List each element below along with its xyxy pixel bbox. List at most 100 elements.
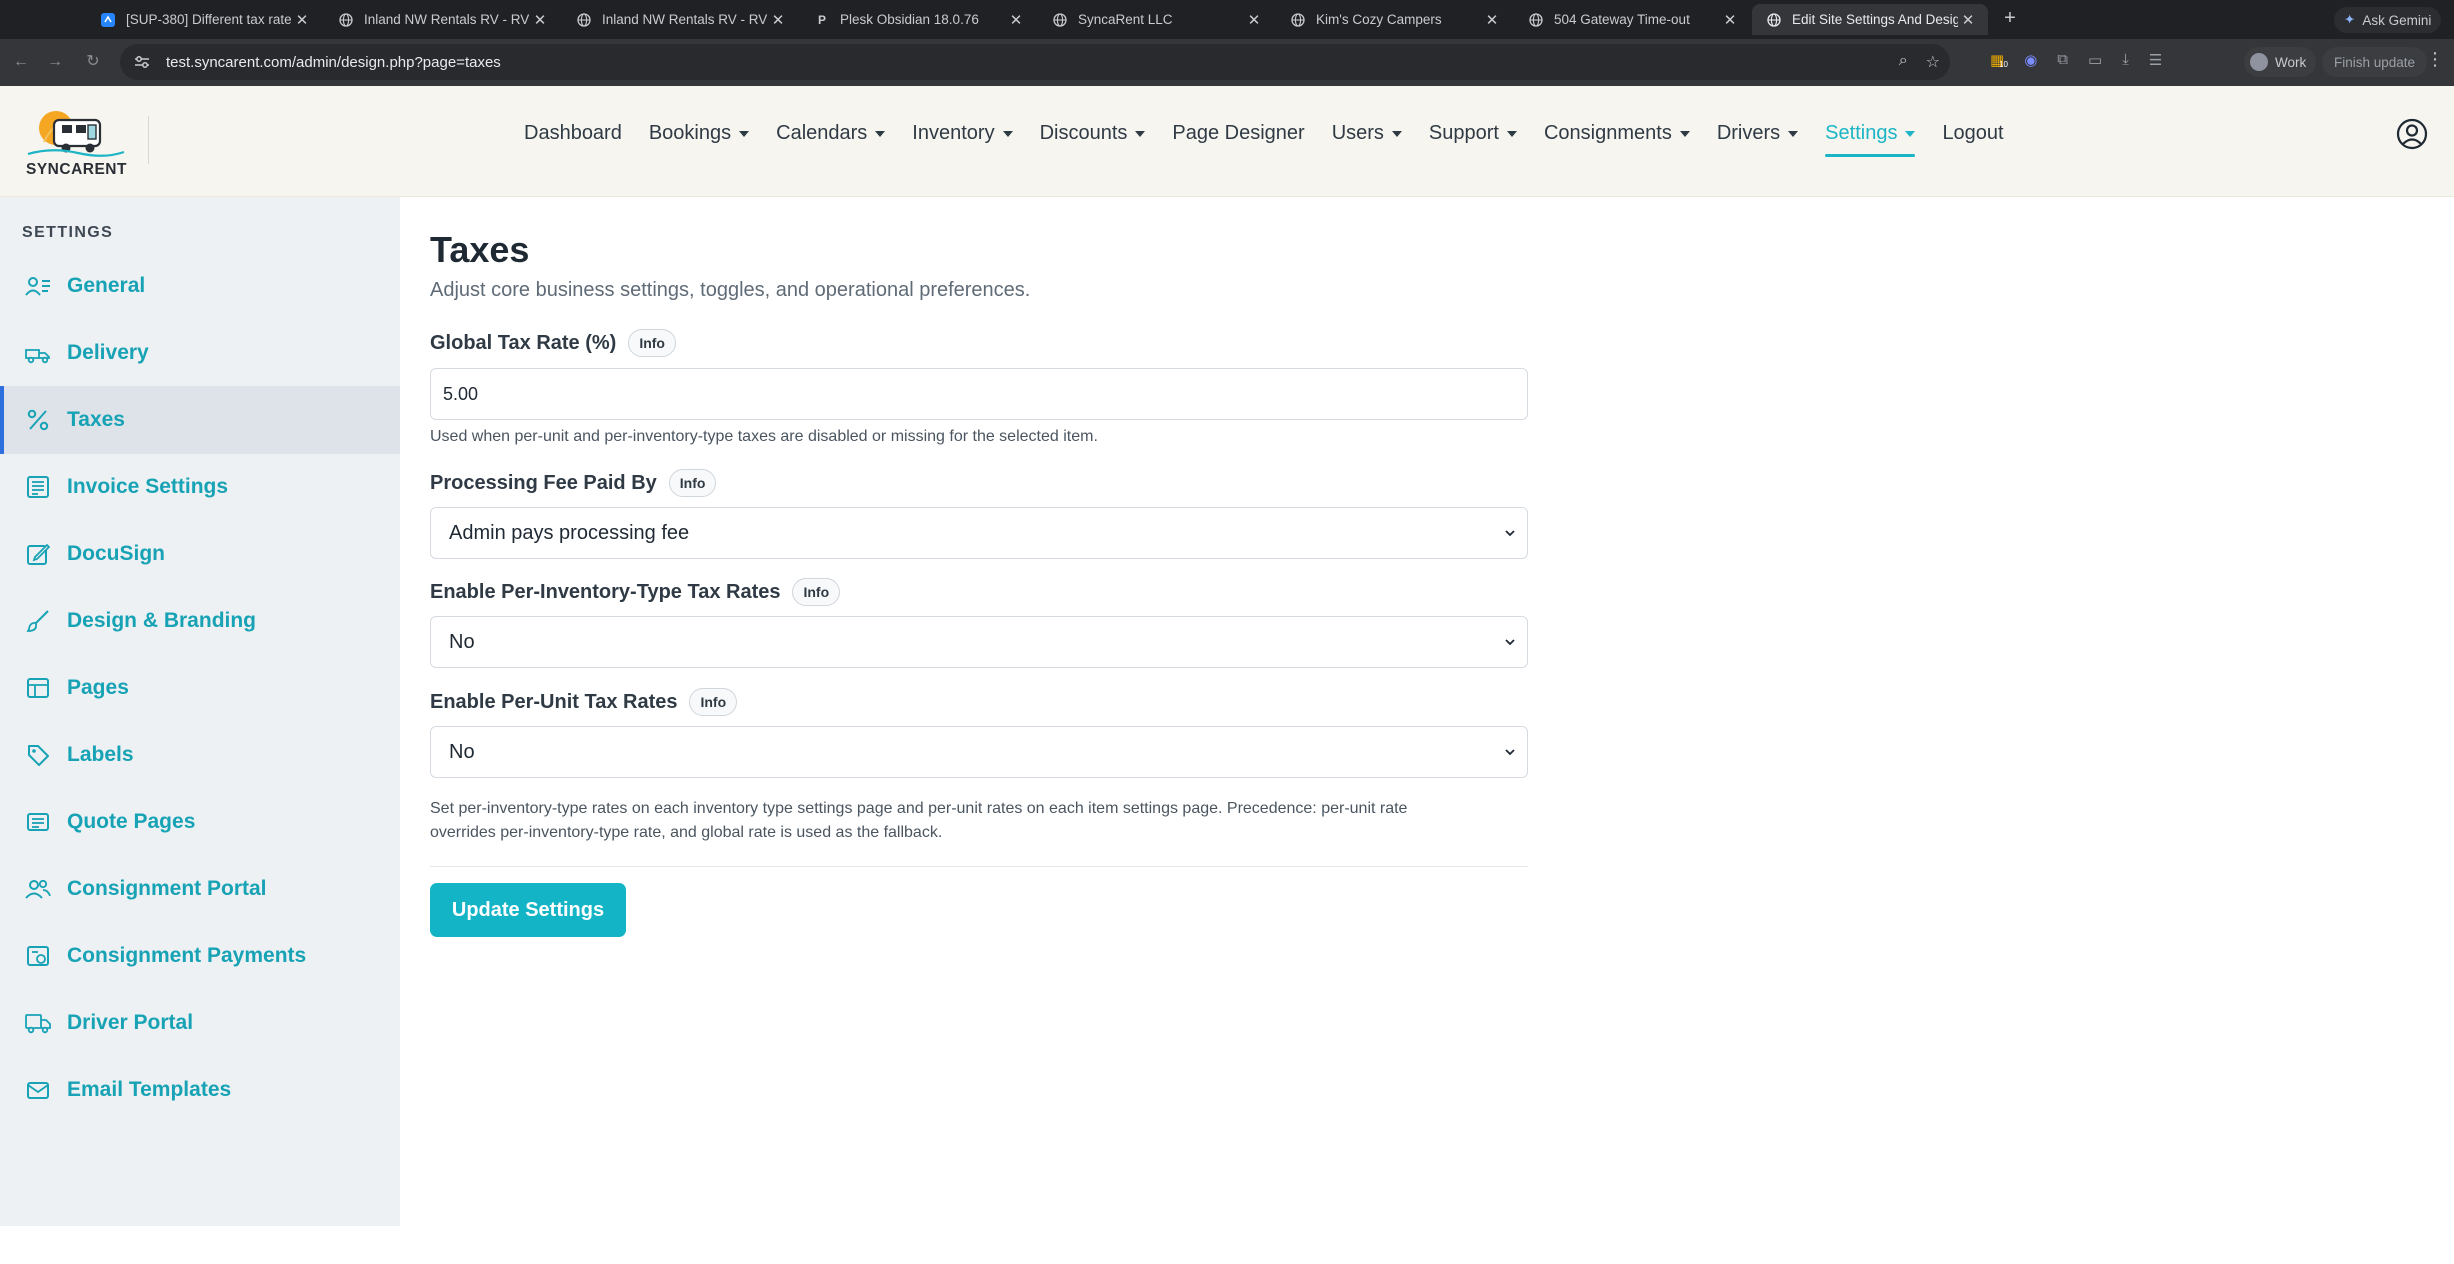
sidebar-item-email-templates[interactable]: Email Templates bbox=[0, 1056, 400, 1124]
sidebar-item-label: Labels bbox=[67, 743, 134, 766]
update-settings-button[interactable]: Update Settings bbox=[430, 883, 626, 937]
plesk-icon: P bbox=[817, 12, 826, 27]
per-unit-label: Enable Per-Unit Tax Rates Info bbox=[430, 688, 738, 716]
nav-dashboard[interactable]: Dashboard bbox=[524, 122, 622, 145]
tab-title: Edit Site Settings And Design bbox=[1792, 12, 1958, 27]
new-tab-button[interactable]: + bbox=[1999, 8, 2021, 30]
nav-page-designer[interactable]: Page Designer bbox=[1172, 122, 1304, 145]
sidebar-item-delivery[interactable]: Delivery bbox=[0, 319, 400, 387]
site-settings-icon[interactable] bbox=[132, 55, 152, 69]
sidebar-item-label: Pages bbox=[67, 676, 129, 699]
sidebar-item-design-branding[interactable]: Design & Branding bbox=[0, 587, 400, 655]
sidebar-item-driver-portal[interactable]: Driver Portal bbox=[0, 989, 400, 1057]
delivery-truck-icon bbox=[24, 339, 52, 367]
sidebar-item-label: Taxes bbox=[67, 408, 125, 431]
close-icon[interactable]: ✕ bbox=[530, 11, 550, 29]
close-icon[interactable]: ✕ bbox=[1720, 11, 1740, 29]
extension-icon[interactable]: ▦ 10 bbox=[1990, 51, 2008, 69]
extension-globe-icon[interactable]: ◉ bbox=[2024, 51, 2037, 69]
nav-consignments[interactable]: Consignments bbox=[1544, 122, 1690, 145]
nav-drivers[interactable]: Drivers bbox=[1717, 122, 1799, 145]
chevron-down-icon bbox=[1505, 639, 1515, 646]
info-button[interactable]: Info bbox=[628, 329, 676, 357]
nav-logout[interactable]: Logout bbox=[1942, 122, 2003, 145]
nav-bookings[interactable]: Bookings bbox=[649, 122, 750, 145]
address-bar[interactable]: test.syncarent.com/admin/design.php?page… bbox=[120, 44, 1950, 80]
sidebar-item-general[interactable]: General bbox=[0, 252, 400, 320]
precedence-help-text: Set per-inventory-type rates on each inv… bbox=[430, 800, 1408, 841]
globe-icon bbox=[1766, 12, 1782, 28]
close-icon[interactable]: ✕ bbox=[768, 11, 788, 29]
per-unit-select[interactable]: No bbox=[430, 726, 1528, 778]
more-menu-icon[interactable]: ⋮ bbox=[2426, 49, 2444, 70]
sidebar-item-consignment-portal[interactable]: Consignment Portal bbox=[0, 855, 400, 923]
sidebar-item-label: Driver Portal bbox=[67, 1011, 194, 1034]
ask-gemini-button[interactable]: ✦ Ask Gemini bbox=[2334, 7, 2442, 33]
sidebar-item-labels[interactable]: Labels bbox=[0, 721, 400, 789]
info-button[interactable]: Info bbox=[689, 688, 738, 716]
reading-list-icon[interactable]: ☰ bbox=[2149, 51, 2162, 69]
browser-tab-active[interactable]: Edit Site Settings And Design ✕ bbox=[1752, 4, 1988, 35]
forward-arrow-icon[interactable]: → bbox=[44, 51, 66, 73]
browser-tab[interactable]: Kim's Cozy Campers ✕ bbox=[1276, 4, 1512, 35]
avatar bbox=[2250, 53, 2268, 71]
bookmark-star-icon[interactable]: ☆ bbox=[1926, 52, 1940, 72]
per-inventory-type-select[interactable]: No bbox=[430, 616, 1528, 668]
percent-icon bbox=[24, 406, 52, 434]
sidebar-item-label: Consignment Portal bbox=[67, 877, 267, 900]
user-account-icon[interactable] bbox=[2396, 118, 2428, 150]
close-icon[interactable]: ✕ bbox=[1006, 11, 1026, 29]
select-value: No bbox=[449, 630, 475, 653]
payment-icon bbox=[24, 942, 52, 970]
info-button[interactable]: Info bbox=[668, 469, 717, 497]
nav-users[interactable]: Users bbox=[1332, 122, 1402, 145]
sidebar-heading: SETTINGS bbox=[22, 224, 114, 241]
caret-down-icon bbox=[1135, 130, 1146, 137]
browser-tab-strip: [SUP-380] Different tax rates ✕ Inland N… bbox=[0, 0, 2454, 39]
profile-button[interactable]: Work bbox=[2244, 47, 2317, 77]
close-icon[interactable]: ✕ bbox=[292, 11, 312, 29]
download-icon[interactable]: ⤓ bbox=[2122, 51, 2129, 69]
nav-calendars[interactable]: Calendars bbox=[776, 122, 886, 145]
close-icon[interactable]: ✕ bbox=[1958, 11, 1978, 29]
sidebar-item-consignment-payments[interactable]: Consignment Payments bbox=[0, 922, 400, 990]
form-divider bbox=[430, 866, 1528, 867]
browser-tab[interactable]: [SUP-380] Different tax rates ✕ bbox=[86, 4, 322, 35]
zoom-icon[interactable]: ⌕ bbox=[1899, 52, 1908, 72]
quote-icon bbox=[24, 808, 52, 836]
sidebar-item-taxes[interactable]: Taxes bbox=[0, 386, 400, 454]
info-button[interactable]: Info bbox=[792, 578, 841, 606]
sidebar-item-quote-pages[interactable]: Quote Pages bbox=[0, 788, 400, 856]
reload-icon[interactable]: ↻ bbox=[82, 51, 104, 73]
finish-update-button[interactable]: Finish update bbox=[2322, 47, 2428, 77]
processing-fee-select[interactable]: Admin pays processing fee bbox=[430, 507, 1528, 559]
caret-down-icon bbox=[1391, 130, 1402, 137]
nav-discounts[interactable]: Discounts bbox=[1040, 122, 1146, 145]
nav-inventory[interactable]: Inventory bbox=[912, 122, 1013, 145]
close-icon[interactable]: ✕ bbox=[1482, 11, 1502, 29]
browser-tab[interactable]: P Plesk Obsidian 18.0.76 ✕ bbox=[800, 4, 1036, 35]
global-tax-rate-input[interactable] bbox=[430, 368, 1528, 420]
nav-settings[interactable]: Settings bbox=[1825, 122, 1916, 157]
cast-icon[interactable]: ▭ bbox=[2088, 51, 2102, 69]
tab-title: SyncaRent LLC bbox=[1078, 12, 1173, 27]
sidebar-item-label: Email Templates bbox=[67, 1078, 232, 1101]
sidebar-item-label: General bbox=[67, 274, 146, 297]
browser-tab[interactable]: Inland NW Rentals RV - RV Re ✕ bbox=[562, 4, 798, 35]
puzzle-icon[interactable]: ⧉ bbox=[2057, 51, 2068, 69]
browser-tab[interactable]: 504 Gateway Time-out ✕ bbox=[1514, 4, 1750, 35]
signature-icon bbox=[24, 540, 52, 568]
caret-down-icon bbox=[1905, 130, 1916, 137]
browser-tab[interactable]: SyncaRent LLC ✕ bbox=[1038, 4, 1274, 35]
chevron-down-icon bbox=[1505, 530, 1515, 537]
syncarent-logo[interactable]: SYNCARENT bbox=[22, 98, 130, 184]
caret-down-icon bbox=[739, 130, 750, 137]
back-arrow-icon[interactable]: ← bbox=[10, 51, 32, 73]
nav-support[interactable]: Support bbox=[1429, 122, 1517, 145]
browser-tab[interactable]: Inland NW Rentals RV - RV Re ✕ bbox=[324, 4, 560, 35]
sidebar-item-pages[interactable]: Pages bbox=[0, 654, 400, 722]
close-icon[interactable]: ✕ bbox=[1244, 11, 1264, 29]
sidebar-item-docusign[interactable]: DocuSign bbox=[0, 520, 400, 588]
envelope-icon bbox=[24, 1076, 52, 1104]
sidebar-item-invoice-settings[interactable]: Invoice Settings bbox=[0, 453, 400, 521]
